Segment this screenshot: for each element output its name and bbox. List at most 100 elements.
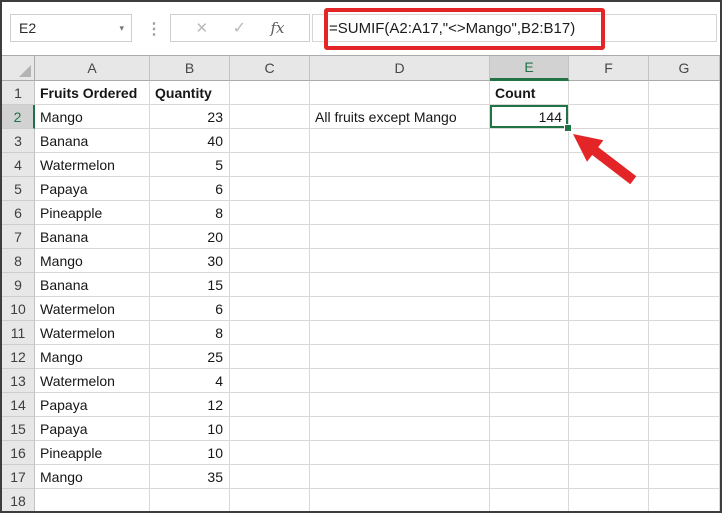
cell-F5[interactable]	[569, 177, 649, 201]
row-header-11[interactable]: 11	[2, 321, 35, 345]
cell-F12[interactable]	[569, 345, 649, 369]
insert-function-icon[interactable]: fx	[270, 19, 284, 37]
cell-A14[interactable]: Papaya	[35, 393, 150, 417]
cell-C9[interactable]	[230, 273, 310, 297]
cell-E6[interactable]	[490, 201, 569, 225]
column-header-B[interactable]: B	[150, 56, 230, 81]
cell-C2[interactable]	[230, 105, 310, 129]
cell-C11[interactable]	[230, 321, 310, 345]
cell-C13[interactable]	[230, 369, 310, 393]
cell-D9[interactable]	[310, 273, 490, 297]
cell-G17[interactable]	[649, 465, 720, 489]
cell-G12[interactable]	[649, 345, 720, 369]
cell-F18[interactable]	[569, 489, 649, 511]
cell-B9[interactable]: 15	[150, 273, 230, 297]
row-header-12[interactable]: 12	[2, 345, 35, 369]
cell-G14[interactable]	[649, 393, 720, 417]
cell-E8[interactable]	[490, 249, 569, 273]
cell-A2[interactable]: Mango	[35, 105, 150, 129]
cell-E3[interactable]	[490, 129, 569, 153]
cell-B10[interactable]: 6	[150, 297, 230, 321]
cell-C15[interactable]	[230, 417, 310, 441]
cell-C4[interactable]	[230, 153, 310, 177]
row-header-2[interactable]: 2	[2, 105, 35, 129]
cell-C1[interactable]	[230, 81, 310, 105]
cell-E2[interactable]: 144	[490, 105, 572, 132]
column-header-G[interactable]: G	[649, 56, 720, 81]
cell-A9[interactable]: Banana	[35, 273, 150, 297]
cell-B15[interactable]: 10	[150, 417, 230, 441]
cell-D5[interactable]	[310, 177, 490, 201]
cell-D13[interactable]	[310, 369, 490, 393]
cell-E15[interactable]	[490, 417, 569, 441]
cell-B1[interactable]: Quantity	[150, 81, 230, 105]
cell-G2[interactable]	[649, 105, 720, 129]
cell-B18[interactable]	[150, 489, 230, 511]
cell-B16[interactable]: 10	[150, 441, 230, 465]
cell-E12[interactable]	[490, 345, 569, 369]
cell-D15[interactable]	[310, 417, 490, 441]
cell-G4[interactable]	[649, 153, 720, 177]
cell-B17[interactable]: 35	[150, 465, 230, 489]
cell-D10[interactable]	[310, 297, 490, 321]
cell-B5[interactable]: 6	[150, 177, 230, 201]
row-header-8[interactable]: 8	[2, 249, 35, 273]
cell-A18[interactable]	[35, 489, 150, 511]
row-header-13[interactable]: 13	[2, 369, 35, 393]
cell-C5[interactable]	[230, 177, 310, 201]
cell-F15[interactable]	[569, 417, 649, 441]
cell-D11[interactable]	[310, 321, 490, 345]
cell-D7[interactable]	[310, 225, 490, 249]
cell-D17[interactable]	[310, 465, 490, 489]
cell-G9[interactable]	[649, 273, 720, 297]
cell-C14[interactable]	[230, 393, 310, 417]
column-header-F[interactable]: F	[569, 56, 649, 81]
row-header-6[interactable]: 6	[2, 201, 35, 225]
cell-F14[interactable]	[569, 393, 649, 417]
formula-input[interactable]: =SUMIF(A2:A17,"<>Mango",B2:B17)	[312, 14, 717, 42]
row-header-3[interactable]: 3	[2, 129, 35, 153]
cell-G6[interactable]	[649, 201, 720, 225]
cell-A10[interactable]: Watermelon	[35, 297, 150, 321]
cell-D1[interactable]	[310, 81, 490, 105]
cell-B7[interactable]: 20	[150, 225, 230, 249]
cell-C7[interactable]	[230, 225, 310, 249]
cell-G3[interactable]	[649, 129, 720, 153]
cell-D12[interactable]	[310, 345, 490, 369]
name-box[interactable]: E2 ▾	[10, 14, 132, 42]
cell-A17[interactable]: Mango	[35, 465, 150, 489]
cell-A3[interactable]: Banana	[35, 129, 150, 153]
name-box-dropdown-icon[interactable]: ▾	[119, 23, 131, 34]
cell-C16[interactable]	[230, 441, 310, 465]
cell-D14[interactable]	[310, 393, 490, 417]
cell-F7[interactable]	[569, 225, 649, 249]
cell-C6[interactable]	[230, 201, 310, 225]
cell-G5[interactable]	[649, 177, 720, 201]
cell-B13[interactable]: 4	[150, 369, 230, 393]
cell-D18[interactable]	[310, 489, 490, 511]
cell-D16[interactable]	[310, 441, 490, 465]
cell-F3[interactable]	[569, 129, 649, 153]
cell-D4[interactable]	[310, 153, 490, 177]
cell-B2[interactable]: 23	[150, 105, 230, 129]
row-header-17[interactable]: 17	[2, 465, 35, 489]
row-header-10[interactable]: 10	[2, 297, 35, 321]
cell-A4[interactable]: Watermelon	[35, 153, 150, 177]
cell-F2[interactable]	[569, 105, 649, 129]
cell-E7[interactable]	[490, 225, 569, 249]
select-all-corner[interactable]	[2, 56, 35, 81]
cell-B4[interactable]: 5	[150, 153, 230, 177]
cell-D2[interactable]: All fruits except Mango	[310, 105, 490, 129]
cell-A11[interactable]: Watermelon	[35, 321, 150, 345]
cancel-icon[interactable]: ✕	[196, 19, 209, 37]
cell-F1[interactable]	[569, 81, 649, 105]
cell-G18[interactable]	[649, 489, 720, 511]
cell-C18[interactable]	[230, 489, 310, 511]
column-header-D[interactable]: D	[310, 56, 490, 81]
column-header-C[interactable]: C	[230, 56, 310, 81]
cell-A15[interactable]: Papaya	[35, 417, 150, 441]
cell-A12[interactable]: Mango	[35, 345, 150, 369]
cell-F6[interactable]	[569, 201, 649, 225]
row-header-16[interactable]: 16	[2, 441, 35, 465]
cell-G10[interactable]	[649, 297, 720, 321]
